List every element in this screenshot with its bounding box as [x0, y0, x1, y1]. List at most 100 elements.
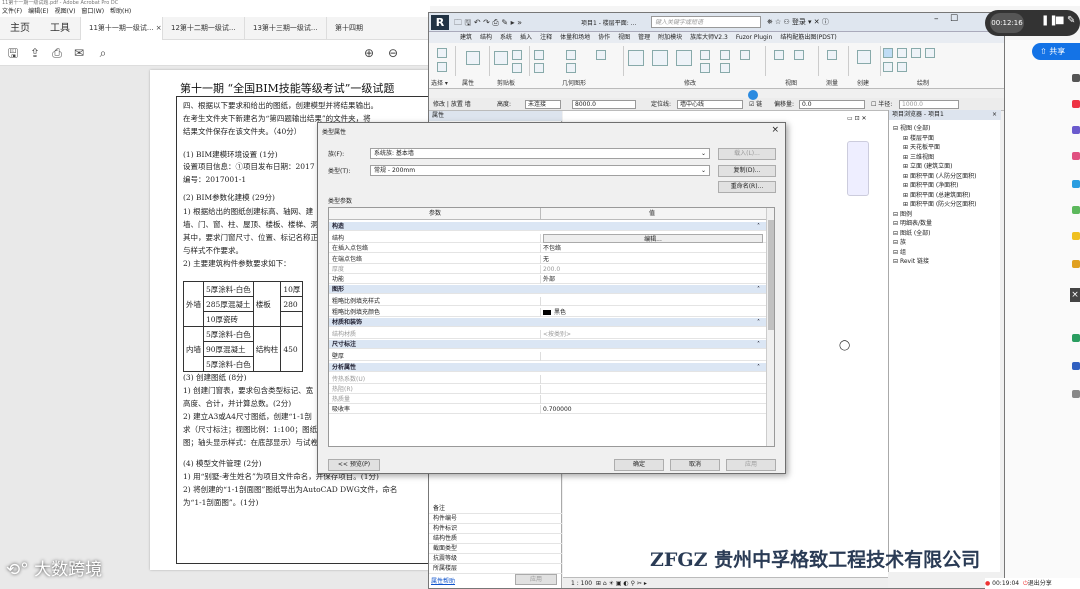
pdf-tool-icon[interactable] — [1072, 100, 1080, 108]
property-row[interactable]: 所属楼层 — [429, 564, 562, 574]
page-down-icon[interactable]: ⊖ — [386, 46, 400, 60]
table-scrollbar[interactable] — [766, 208, 774, 446]
ribbon-group-clipboard[interactable] — [490, 46, 530, 76]
scroll-tool-icon[interactable] — [1072, 390, 1080, 398]
doc-tab-14[interactable]: 第十四期 — [326, 16, 408, 40]
navigation-bar[interactable] — [847, 141, 869, 196]
edit-tool-icon[interactable] — [1072, 126, 1080, 134]
ribbon-group-draw[interactable] — [881, 46, 1001, 76]
help-icons[interactable]: ⛯ ☆ ⚇ 登录 ▾ ✕ ⓘ — [767, 17, 829, 27]
ribbon-group-select[interactable] — [429, 46, 456, 76]
browser-item[interactable]: ⊟ 明细表/数量 — [893, 218, 932, 227]
radius-input[interactable]: 1000.0 — [899, 100, 959, 109]
browser-item[interactable]: ⊟ 图例 — [893, 209, 912, 218]
browser-item[interactable]: ⊞ 面积平面 (防火分区面积) — [903, 199, 977, 208]
browser-item[interactable]: ⊞ 天花板平面 — [903, 142, 940, 151]
dialog-close-icon[interactable]: × — [771, 125, 779, 135]
expand-icon[interactable]: ⊟ — [893, 258, 900, 265]
ribbon-group-modify[interactable] — [624, 46, 766, 76]
expand-icon[interactable]: ⊞ — [903, 135, 910, 142]
parameter-group-header[interactable]: 材质和装饰 ˄ — [329, 317, 766, 327]
rename-button[interactable]: 重命名(R)... — [718, 181, 776, 193]
view-control-bar[interactable]: 1 : 100 ⊞ ⌂ ☀ ▣ ◐ ⚲ ✂ ▸ — [563, 577, 888, 588]
menu-edit[interactable]: 编辑(E) — [28, 6, 48, 17]
search-input[interactable]: 键入关键字或短语 — [651, 16, 761, 28]
properties-help-link[interactable]: 属性帮助 — [431, 576, 455, 585]
ribbon-tab[interactable]: 管理 — [634, 32, 654, 43]
doc-tab-12[interactable]: 12第十二期一级试... — [162, 16, 244, 40]
parameter-row[interactable]: 在插入点包络 不包络 — [329, 244, 766, 254]
location-line-select[interactable]: 墙中心线 — [677, 100, 743, 109]
window-controls[interactable]: – ☐ — [934, 14, 967, 24]
parameter-row[interactable]: 在端点包络无 — [329, 254, 766, 264]
more-tools-icon[interactable] — [1072, 362, 1080, 370]
expand-icon[interactable]: ⊟ — [893, 211, 900, 218]
save-icon[interactable]: 🖫 — [6, 46, 20, 60]
mail-icon[interactable]: ✉ — [72, 46, 86, 60]
expand-icon[interactable]: ⊞ — [903, 182, 910, 189]
ribbon-tab[interactable]: 结构 — [476, 32, 496, 43]
share-button[interactable]: ⇧ 共享 — [1032, 43, 1080, 60]
ribbon-group-geometry[interactable] — [530, 46, 624, 76]
expand-icon[interactable]: ⊞ — [903, 154, 910, 161]
height-value-input[interactable]: 8000.0 — [572, 100, 636, 109]
ribbon-group-properties[interactable] — [456, 46, 490, 76]
browser-item[interactable]: ⊞ 面积平面 (总建筑面积) — [903, 190, 971, 199]
ribbon-tab[interactable]: 附加模块 — [654, 32, 686, 43]
print-icon[interactable]: ⎙ — [50, 46, 64, 60]
menu-view[interactable]: 视图(V) — [55, 6, 76, 17]
comment-tool-icon[interactable] — [1072, 206, 1080, 214]
collapse-icon[interactable]: ˄ — [757, 363, 760, 372]
ribbon-tab[interactable]: 视图 — [614, 32, 634, 43]
ribbon-tab[interactable]: 体量和场地 — [556, 32, 594, 43]
properties-apply-button[interactable]: 应用 — [515, 574, 557, 585]
parameter-row[interactable]: 厚度 200.0 — [329, 264, 766, 274]
browser-item[interactable]: ⊟ 图纸 (全部) — [893, 228, 931, 237]
dialog-apply-button[interactable]: 应用 — [726, 459, 776, 471]
edit-structure-button[interactable]: 编辑... — [543, 234, 763, 244]
load-button[interactable]: 载入(L)... — [718, 148, 776, 160]
revit-logo-icon[interactable]: R — [431, 15, 449, 30]
stop-icon[interactable]: ■ — [1055, 15, 1064, 26]
parameter-group-header[interactable]: 图形 ˄ — [329, 285, 766, 295]
cancel-button[interactable]: 取消 — [670, 459, 720, 471]
panel-close-icon[interactable]: × — [1070, 288, 1080, 302]
quick-access-toolbar[interactable]: 🗀 🖫 ↶ ↷ ⎙ ✎ ▸ » — [454, 17, 522, 31]
parameter-row[interactable]: 功能 外部 — [329, 275, 766, 284]
collapse-icon[interactable]: ˄ — [757, 222, 760, 231]
expand-icon[interactable]: ⊟ — [893, 249, 900, 256]
expand-icon[interactable]: ⊞ — [903, 201, 910, 208]
pen-icon[interactable]: ✎ — [1067, 15, 1075, 26]
parameter-group-header[interactable]: 尺寸标注 ˄ — [329, 340, 766, 350]
offset-input[interactable]: 0.0 — [799, 100, 865, 109]
expand-icon[interactable]: ⊞ — [903, 163, 910, 170]
browser-item[interactable]: ⊞ 面积平面 (净面积) — [903, 180, 959, 189]
ribbon-tab[interactable]: 协作 — [594, 32, 614, 43]
ribbon-tab[interactable]: 建筑 — [456, 32, 476, 43]
parameter-row[interactable]: 壁厚 — [329, 352, 766, 362]
parameter-row[interactable]: 热阻(R) — [329, 385, 766, 394]
tab-tools[interactable]: 工具 — [40, 17, 80, 40]
ribbon-tab[interactable]: 系统 — [496, 32, 516, 43]
browser-item[interactable]: ⊟ 族 — [893, 237, 906, 246]
doc-tab-13[interactable]: 13第十三期一级试... — [244, 16, 326, 40]
property-row[interactable]: 抗震等级 — [429, 554, 562, 564]
parameter-group-header[interactable]: 分析属性 ˄ — [329, 362, 766, 372]
upload-icon[interactable]: ⇪ — [28, 46, 42, 60]
ribbon-tab[interactable]: 插入 — [516, 32, 536, 43]
ribbon-tab[interactable]: Fuzor Plugin — [732, 32, 777, 43]
fill-sign-icon[interactable] — [1072, 232, 1080, 240]
property-row[interactable]: 截面类型 — [429, 544, 562, 554]
page-up-icon[interactable]: ⊕ — [362, 46, 376, 60]
parameter-row[interactable]: 传热系数(U) — [329, 374, 766, 384]
menu-window[interactable]: 窗口(W) — [81, 6, 104, 17]
property-row[interactable]: 构件编号 — [429, 514, 562, 524]
type-select[interactable]: 常规 - 200mm ⌄ — [370, 165, 710, 176]
browser-item[interactable]: ⊞ 三维视图 — [903, 152, 934, 161]
chain-checkbox[interactable]: ☑ 链 — [749, 98, 762, 111]
family-select[interactable]: 系统族: 基本墙 ⌄ — [370, 148, 710, 159]
stamp-tool-icon[interactable] — [1072, 260, 1080, 268]
parameter-row[interactable]: 粗略比例填充样式 — [329, 297, 766, 307]
browser-item[interactable]: ⊟ Revit 链接 — [893, 256, 929, 265]
browser-item[interactable]: ⊞ 立面 (建筑立面) — [903, 161, 953, 170]
